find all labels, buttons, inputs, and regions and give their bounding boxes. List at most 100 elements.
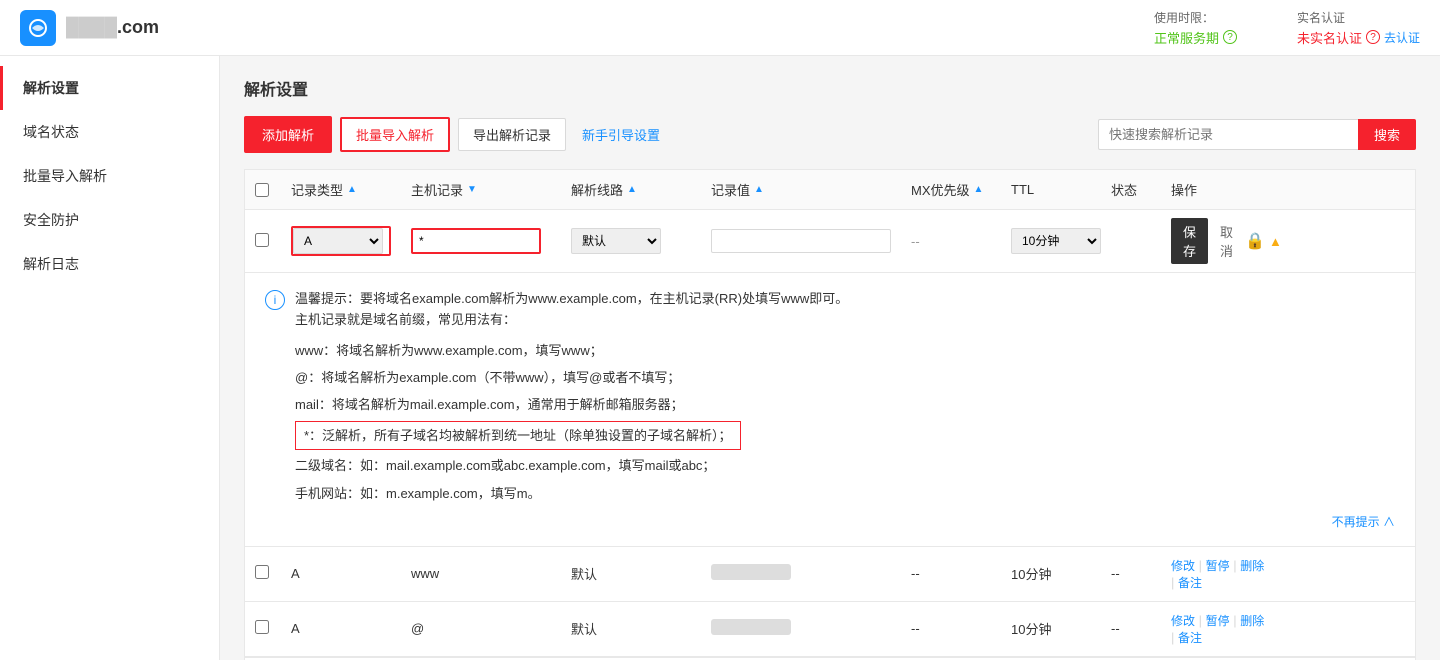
real-name-status-row: 未实名认证 ? 去认证 [1297, 28, 1420, 47]
record-type-select[interactable]: A CNAME MX TXT AAAA [293, 228, 383, 254]
service-question-icon[interactable]: ? [1223, 30, 1237, 44]
parse-line-select[interactable]: 默认 境外 联通 电信 [571, 228, 661, 254]
th-mx: MX优先级 ▲ [901, 180, 1001, 199]
logo-text: ████.com [66, 17, 159, 38]
row2-value [701, 619, 901, 638]
row2-mx: -- [901, 621, 1001, 636]
main-layout: 解析设置 域名状态 批量导入解析 安全防护 解析日志 解析设置 添加解析 批量导… [0, 56, 1440, 660]
search-input[interactable] [1098, 119, 1358, 150]
page-title: 解析设置 [244, 76, 1416, 100]
new-row-checkbox[interactable] [255, 233, 269, 247]
table-row: A @ 默认 -- 10分钟 -- 修改 | 暂停 | 删除 | 备注 [245, 602, 1415, 657]
sort-host-icon[interactable]: ▼ [467, 184, 477, 195]
table-row: A www 默认 -- 10分钟 -- 修改 | 暂停 | 删除 | 备注 [245, 547, 1415, 602]
guide-button[interactable]: 新手引导设置 [574, 119, 668, 150]
row2-checkbox[interactable] [255, 620, 269, 634]
export-button[interactable]: 导出解析记录 [458, 118, 566, 151]
row2-edit-link[interactable]: 修改 [1171, 614, 1195, 628]
toolbar: 添加解析 批量导入解析 导出解析记录 新手引导设置 搜索 [244, 116, 1416, 153]
row2-host: @ [401, 621, 561, 636]
sort-value-icon[interactable]: ▲ [754, 184, 764, 195]
th-actions: 操作 [1161, 180, 1281, 199]
host-record-input-wrap: ✕ [411, 228, 541, 254]
th-status: 状态 [1101, 180, 1161, 199]
lock-icon: 🔒 [1245, 231, 1265, 251]
input-ttl-cell: 10分钟 30分钟 1小时 [1001, 228, 1101, 254]
row2-line: 默认 [561, 619, 701, 638]
upgrade-icon: ▲ [1269, 234, 1282, 249]
service-limit-label: 使用时限： [1154, 9, 1237, 26]
service-status: 正常服务期 ? [1154, 28, 1237, 47]
search-area: 搜索 [1098, 119, 1416, 150]
row1-checkbox[interactable] [255, 565, 269, 579]
row2-status: -- [1101, 621, 1161, 636]
save-record-button[interactable]: 保存 [1171, 218, 1208, 264]
host-record-input[interactable] [413, 230, 541, 252]
sidebar-item-dns[interactable]: 解析设置 [0, 66, 219, 110]
input-host-cell: ✕ [401, 228, 561, 254]
real-name-link[interactable]: 去认证 [1384, 29, 1420, 46]
main-content: 解析设置 添加解析 批量导入解析 导出解析记录 新手引导设置 搜索 记录类型 ▲ [220, 56, 1440, 660]
sidebar-item-batch-import[interactable]: 批量导入解析 [0, 154, 219, 198]
ttl-select[interactable]: 10分钟 30分钟 1小时 [1011, 228, 1101, 254]
sidebar-item-logs[interactable]: 解析日志 [0, 242, 219, 286]
sort-type-icon[interactable]: ▲ [347, 184, 357, 195]
type-select-wrap: A CNAME MX TXT AAAA [291, 226, 391, 256]
info-circle-icon: i [265, 290, 285, 310]
search-button[interactable]: 搜索 [1358, 119, 1416, 150]
info-main-text: 温馨提示：要将域名example.com解析为www.example.com，在… [295, 289, 848, 331]
info-header: i 温馨提示：要将域名example.com解析为www.example.com… [265, 289, 1395, 331]
row1-value [701, 564, 901, 583]
row2-actions: 修改 | 暂停 | 删除 | 备注 [1161, 612, 1281, 646]
input-value-cell [701, 229, 901, 253]
info-row-www: www：将域名解析为www.example.com，填写www； [295, 339, 1395, 362]
row1-edit-link[interactable]: 修改 [1171, 559, 1195, 573]
logo-area: ████.com [20, 10, 159, 46]
th-record-type: 记录类型 ▲ [281, 180, 401, 199]
th-record-value: 记录值 ▲ [701, 180, 901, 199]
row1-delete-link[interactable]: 删除 [1240, 559, 1264, 573]
cancel-record-button[interactable]: 取消 [1212, 218, 1241, 264]
row1-host: www [401, 566, 561, 581]
info-box: i 温馨提示：要将域名example.com解析为www.example.com… [245, 273, 1415, 547]
input-line-cell: 默认 境外 联通 电信 [561, 228, 701, 254]
sidebar-item-security[interactable]: 安全防护 [0, 198, 219, 242]
new-record-row: A CNAME MX TXT AAAA ✕ [245, 210, 1415, 273]
row1-mx: -- [901, 566, 1001, 581]
th-parse-line: 解析线路 ▲ [561, 180, 701, 199]
row2-pause-link[interactable]: 暂停 [1206, 614, 1230, 628]
info-row-mail: mail：将域名解析为mail.example.com，通常用于解析邮箱服务器； [295, 393, 1395, 416]
record-value-input[interactable] [711, 229, 891, 253]
row1-actions: 修改 | 暂停 | 删除 | 备注 [1161, 557, 1281, 591]
row2-ttl: 10分钟 [1001, 619, 1101, 638]
sort-mx-icon[interactable]: ▲ [974, 184, 984, 195]
add-dns-button[interactable]: 添加解析 [244, 116, 332, 153]
header: ████.com 使用时限： 正常服务期 ? 实名认证 未实名认证 ? 去认证 [0, 0, 1440, 56]
row2-type: A [281, 621, 401, 636]
sort-line-icon[interactable]: ▲ [627, 184, 637, 195]
batch-import-button[interactable]: 批量导入解析 [340, 117, 450, 152]
info-row-subdomain: 二级域名：如：mail.example.com或abc.example.com，… [295, 454, 1395, 477]
row1-status: -- [1101, 566, 1161, 581]
service-limit-block: 使用时限： 正常服务期 ? [1154, 9, 1237, 47]
select-all-checkbox[interactable] [255, 183, 269, 197]
real-name-question-icon[interactable]: ? [1366, 30, 1380, 44]
logo-icon [20, 10, 56, 46]
no-more-tips[interactable]: 不再提示 ∧ [265, 513, 1395, 530]
row1-ttl: 10分钟 [1001, 564, 1101, 583]
info-details: www：将域名解析为www.example.com，填写www； @：将域名解析… [265, 339, 1395, 505]
info-row-mobile: 手机网站：如：m.example.com，填写m。 [295, 482, 1395, 505]
input-checkbox-cell [245, 233, 281, 250]
row2-note-link[interactable]: 备注 [1178, 631, 1202, 645]
row1-type: A [281, 566, 401, 581]
row1-note-link[interactable]: 备注 [1178, 576, 1202, 590]
real-name-block: 实名认证 未实名认证 ? 去认证 [1297, 9, 1420, 47]
row2-delete-link[interactable]: 删除 [1240, 614, 1264, 628]
table-header: 记录类型 ▲ 主机记录 ▼ 解析线路 ▲ 记录值 ▲ MX优先级 ▲ [245, 170, 1415, 210]
row1-line: 默认 [561, 564, 701, 583]
sidebar-item-domain-status[interactable]: 域名状态 [0, 110, 219, 154]
info-row-wildcard: *：泛解析，所有子域名均被解析到统一地址（除单独设置的子域名解析）； [295, 421, 1395, 450]
row1-pause-link[interactable]: 暂停 [1206, 559, 1230, 573]
dns-table: 记录类型 ▲ 主机记录 ▼ 解析线路 ▲ 记录值 ▲ MX优先级 ▲ [244, 169, 1416, 660]
th-checkbox [245, 183, 281, 197]
